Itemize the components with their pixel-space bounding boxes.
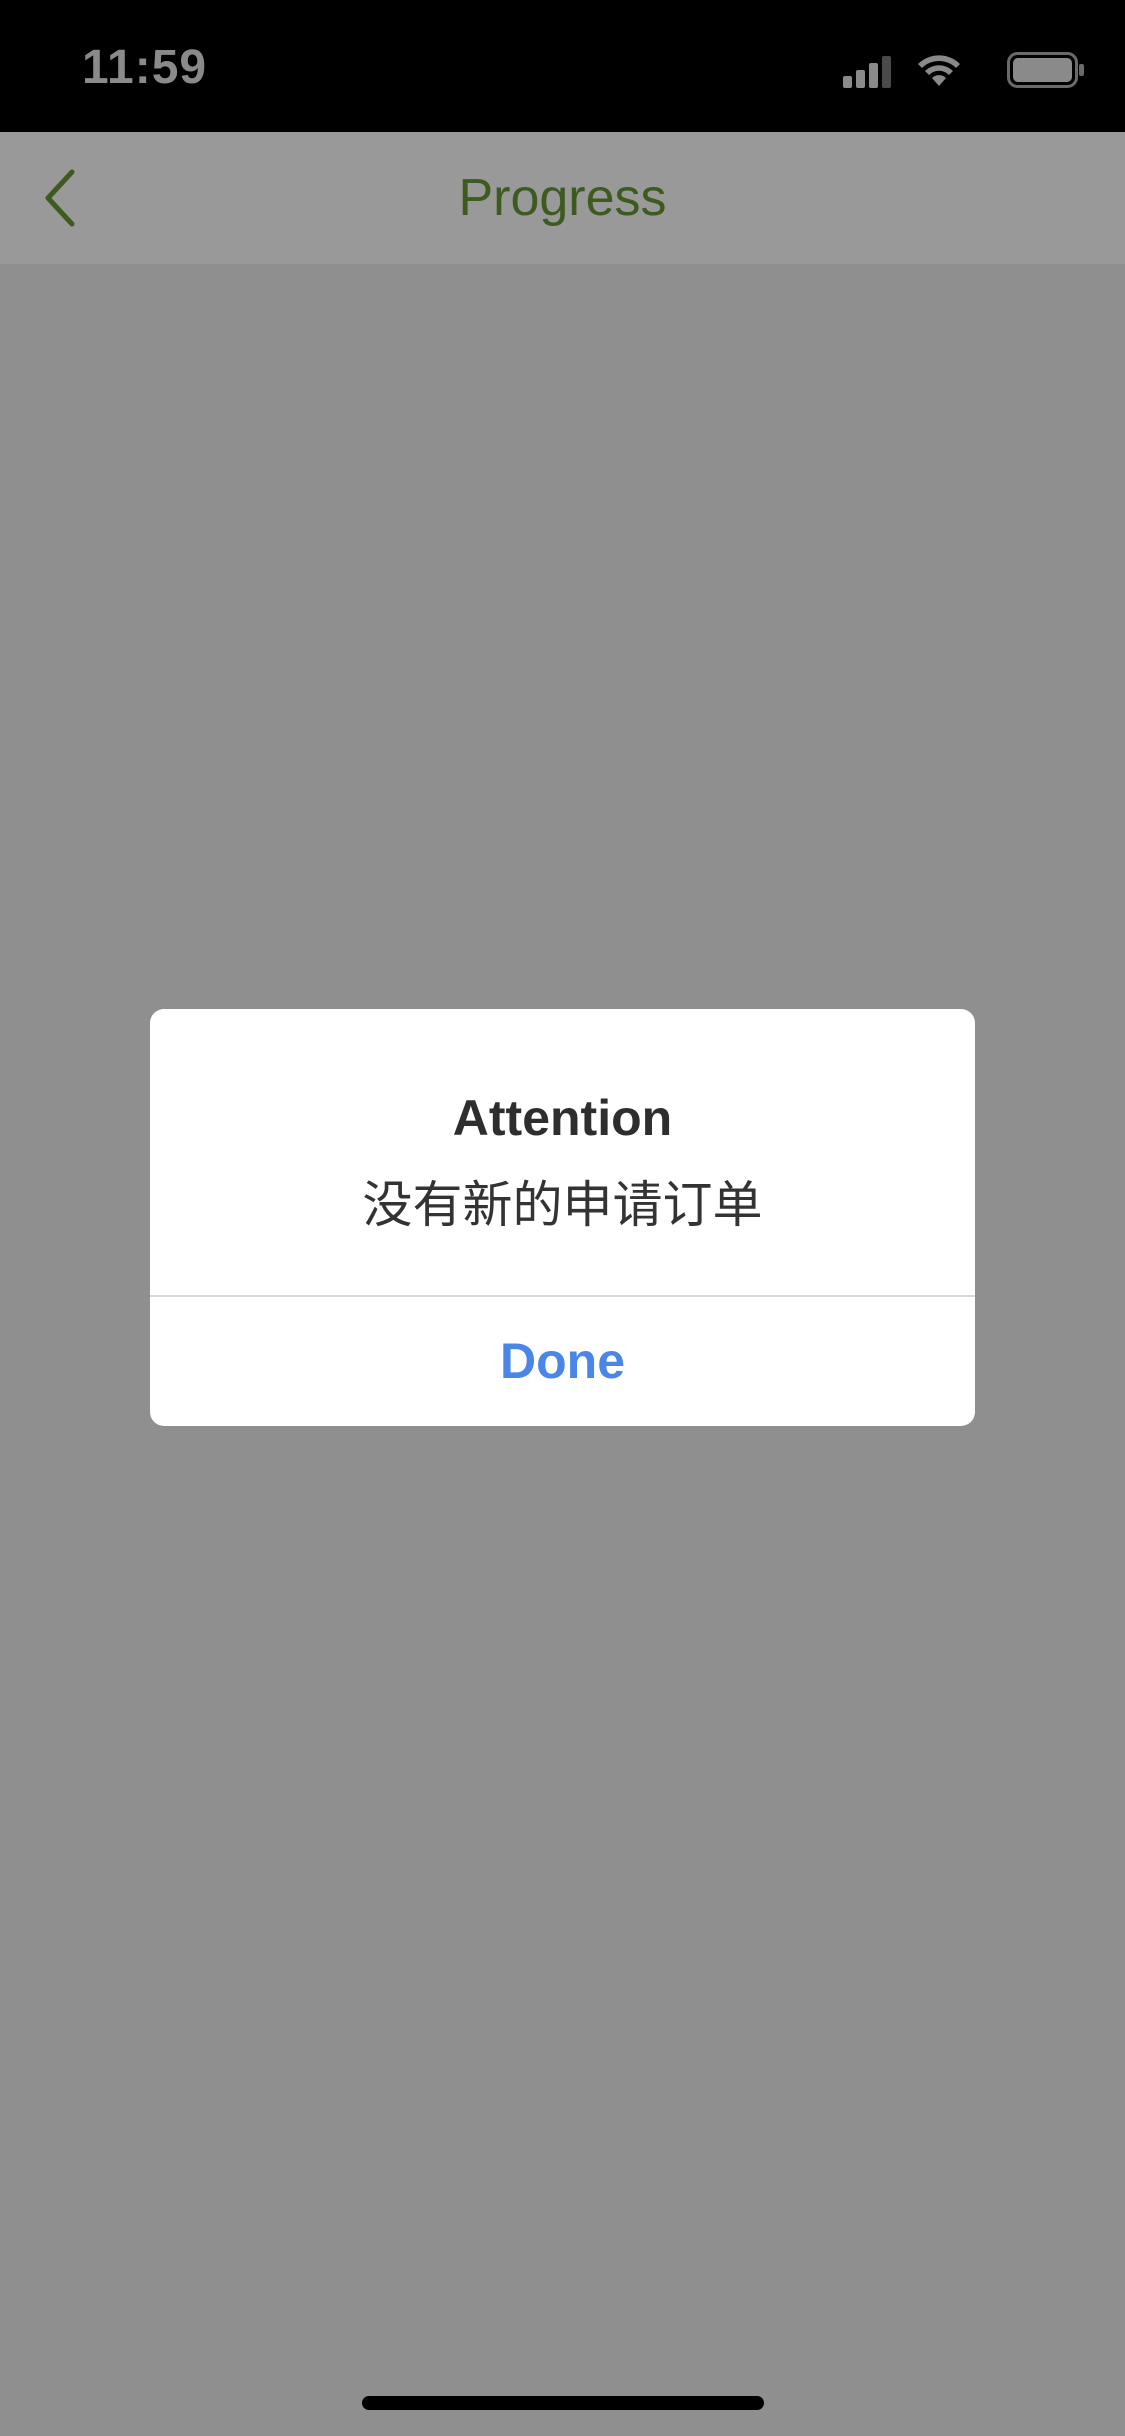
signal-icon bbox=[843, 56, 891, 88]
page-title: Progress bbox=[458, 169, 667, 227]
navigation-bar: Progress bbox=[0, 132, 1125, 264]
battery-icon bbox=[1007, 52, 1084, 88]
status-bar: 11:59 bbox=[0, 0, 1125, 132]
alert-message: 没有新的申请订单 bbox=[362, 1176, 763, 1234]
home-indicator[interactable] bbox=[362, 2396, 764, 2410]
back-button[interactable] bbox=[30, 162, 102, 234]
status-time: 11:59 bbox=[82, 41, 208, 94]
chevron-left-icon bbox=[45, 169, 75, 227]
alert-dialog: Attention 没有新的申请订单 Done bbox=[150, 1009, 975, 1426]
status-icons bbox=[785, 50, 1085, 90]
alert-title: Attention bbox=[452, 1090, 673, 1146]
done-button[interactable]: Done bbox=[150, 1297, 975, 1426]
wifi-icon bbox=[918, 55, 960, 86]
